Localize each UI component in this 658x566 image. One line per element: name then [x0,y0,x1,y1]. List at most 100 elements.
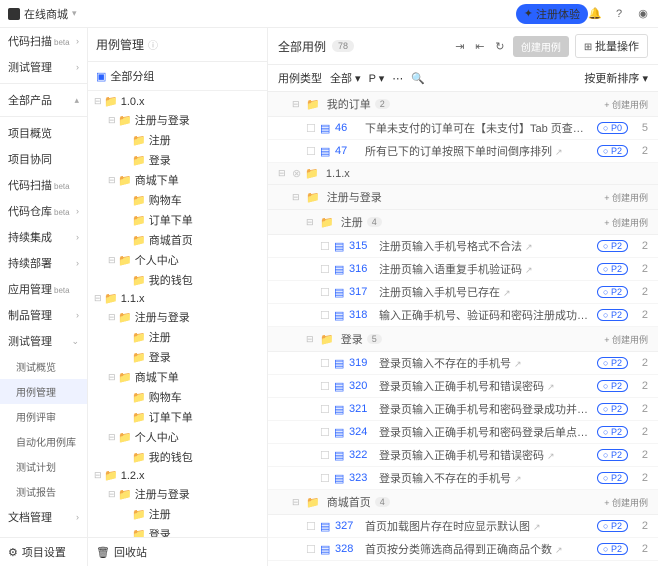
tree-node[interactable]: 📁登录 [88,150,267,170]
create-case-button[interactable]: 创建用例 [513,36,569,57]
group-row[interactable]: ⊟📁登录 5+ 创建用例 [268,327,658,352]
checkbox[interactable]: ☐ [306,543,320,556]
priority-tag[interactable]: ○ P2 [597,449,628,461]
bell-icon[interactable]: 🔔 [588,7,602,21]
tree-node[interactable]: 📁购物车 [88,387,267,407]
app-title[interactable]: 在线商城 [24,6,68,22]
tree-toggle-icon[interactable]: ⊟ [108,255,118,266]
tree-node[interactable]: ⊟📁个人中心 [88,427,267,447]
case-row[interactable]: ☐▤46下单未支付的订单可在【未支付】Tab 页查询到自动↗○ P05 [268,117,658,140]
sidebar-item[interactable]: 文档管理› [0,504,87,530]
sidebar-sub-item[interactable]: 用例管理 [0,379,87,404]
filter-priority[interactable]: P ▾ [369,72,385,85]
checkbox[interactable]: ☐ [320,263,334,276]
case-id[interactable]: 328 [335,543,365,555]
priority-tag[interactable]: ○ P2 [597,380,628,392]
link-icon[interactable]: ↗ [503,288,511,298]
checkbox[interactable]: ☐ [320,403,334,416]
tree-node[interactable]: 📁订单下单 [88,210,267,230]
checkbox[interactable]: ☐ [306,145,320,158]
case-row[interactable]: ☐▤321登录页输入正确手机号和密码登录成功并跳转到首页↗○ P22 [268,398,658,421]
tree-node[interactable]: 📁商城首页 [88,230,267,250]
link-icon[interactable]: ↗ [525,242,533,252]
case-id[interactable]: 47 [335,145,365,157]
case-id[interactable]: 323 [349,472,379,484]
sidebar-item[interactable]: 代码扫描beta [0,172,87,198]
tree-node[interactable]: 📁登录 [88,347,267,367]
priority-tag[interactable]: ○ P2 [597,472,628,484]
tree-node[interactable]: ⊟📁1.2.x [88,467,267,484]
tree-toggle-icon[interactable]: ⊟ [108,115,118,126]
tree-toggle-icon[interactable]: ⊟ [94,470,104,481]
tree-toggle-icon[interactable]: ⊟ [94,96,104,107]
link-icon[interactable]: ↗ [533,522,541,532]
case-id[interactable]: 319 [349,357,379,369]
case-id[interactable]: 324 [349,426,379,438]
link-icon[interactable]: ↗ [547,382,555,392]
sidebar-item[interactable]: 项目协同 [0,146,87,172]
case-row[interactable]: ☐▤324登录页输入正确手机号和密码登录后单点登录并跳转到首页↗○ P22 [268,421,658,444]
priority-tag[interactable]: ○ P2 [597,520,628,532]
tree-node[interactable]: 📁登录 [88,524,267,537]
collapse-icon[interactable]: ⊟ [292,497,302,508]
checkbox[interactable]: ☐ [320,449,334,462]
tree-toggle-icon[interactable]: ⊟ [108,432,118,443]
case-id[interactable]: 320 [349,380,379,392]
tree-node[interactable]: 📁我的钱包 [88,447,267,467]
tree-node[interactable]: 📁购物车 [88,190,267,210]
sidebar-item[interactable]: 制品管理› [0,302,87,328]
sidebar-sub-item[interactable]: 测试报告 [0,479,87,504]
collapse-icon[interactable]: ⊟ [306,334,316,345]
link-icon[interactable]: ↗ [547,451,555,461]
link-icon[interactable]: ↗ [555,545,563,555]
link-icon[interactable]: ↗ [514,359,522,369]
search-icon[interactable]: 🔍 [411,72,425,85]
priority-tag[interactable]: ○ P2 [597,145,628,157]
add-case-link[interactable]: + 创建用例 [604,496,648,509]
case-row[interactable]: ☐▤316注册页输入语重复手机验证码↗○ P22 [268,258,658,281]
tree-toggle-icon[interactable]: ⊟ [94,293,104,304]
chevron-down-icon[interactable]: ▾ [72,8,77,19]
case-id[interactable]: 321 [349,403,379,415]
export-icon[interactable]: ⇤ [473,39,487,53]
priority-tag[interactable]: ○ P2 [597,403,628,415]
tree-node[interactable]: ⊟📁1.1.x [88,290,267,307]
checkbox[interactable]: ☐ [320,286,334,299]
sidebar-item[interactable]: 持续部署› [0,250,87,276]
sort-selector[interactable]: 按更新排序 ▾ [584,70,648,86]
sidebar-footer-settings[interactable]: ⚙项目设置 [0,537,87,566]
case-row[interactable]: ☐▤318输入正确手机号、验证码和密码注册成功跳转到个人信息完…↗○ P22 [268,304,658,327]
checkbox[interactable]: ☐ [320,426,334,439]
add-case-link[interactable]: + 创建用例 [604,333,648,346]
tree-toggle-icon[interactable]: ⊟ [108,489,118,500]
checkbox[interactable]: ☐ [320,240,334,253]
filter-all[interactable]: 全部 ▾ [330,70,361,86]
sidebar-item[interactable]: 代码仓库beta› [0,198,87,224]
priority-tag[interactable]: ○ P2 [597,426,628,438]
link-icon[interactable]: ↗ [525,265,533,275]
sidebar-item[interactable]: 测试管理⌄ [0,328,87,354]
sidebar-sub-item[interactable]: 测试计划 [0,454,87,479]
priority-tag[interactable]: ○ P2 [597,263,628,275]
group-row[interactable]: ⊟⊗ 📁1.1.x [268,163,658,185]
tree-node[interactable]: 📁我的钱包 [88,270,267,290]
sidebar-item[interactable]: 代码扫描beta› [0,28,87,54]
product-selector[interactable]: 全部产品▴ [0,87,87,113]
tree-node[interactable]: ⊟📁1.0.x [88,93,267,110]
sidebar-sub-item[interactable]: 测试概览 [0,354,87,379]
tree-node[interactable]: ⊟📁注册与登录 [88,484,267,504]
case-id[interactable]: 317 [349,286,379,298]
link-icon[interactable]: ↗ [555,147,563,157]
avatar[interactable]: ◉ [636,7,650,21]
tree-node[interactable]: ⊟📁商城下单 [88,170,267,190]
tree-footer-trash[interactable]: 🗑回收站 [88,537,267,566]
checkbox[interactable]: ☐ [306,520,320,533]
priority-tag[interactable]: ○ P2 [597,286,628,298]
case-row[interactable]: ☐▤327首页加载图片存在时应显示默认图↗○ P22 [268,515,658,538]
tree-node[interactable]: ⊟📁注册与登录 [88,307,267,327]
group-row[interactable]: ⊟📁注册 4+ 创建用例 [268,210,658,235]
case-row[interactable]: ☐▤315注册页输入手机号格式不合法↗○ P22 [268,235,658,258]
case-row[interactable]: ☐▤320登录页输入正确手机号和错误密码↗○ P22 [268,375,658,398]
sidebar-item[interactable]: 测试管理› [0,54,87,80]
import-icon[interactable]: ⇥ [453,39,467,53]
